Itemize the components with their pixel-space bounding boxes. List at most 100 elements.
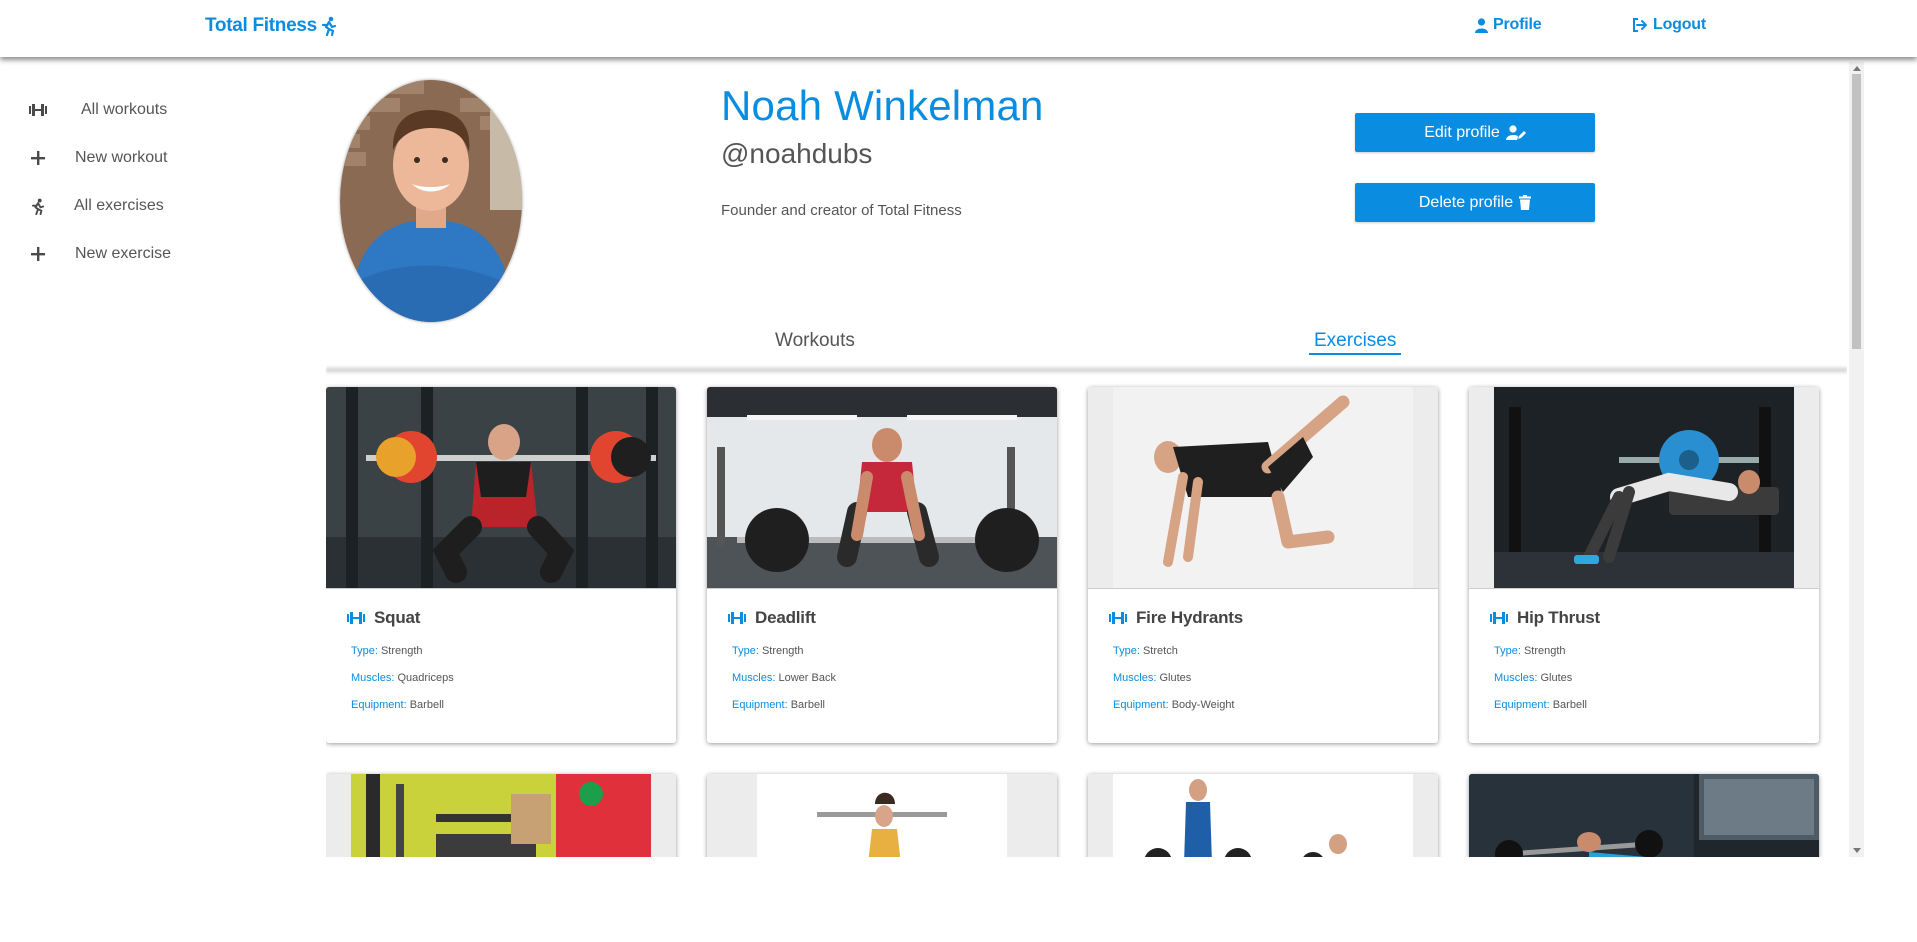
exercise-image <box>707 387 1057 588</box>
exercise-image <box>1469 387 1819 588</box>
exercise-title: Fire Hydrants <box>1108 608 1243 628</box>
equipment-value: Barbell <box>790 699 825 711</box>
equipment-label: Equipment: <box>1113 699 1169 711</box>
edit-profile-label: Edit profile <box>1424 123 1500 141</box>
sign-out-icon <box>1633 18 1647 32</box>
exercise-name: Fire Hydrants <box>1136 608 1243 627</box>
tab-exercises[interactable]: Exercises <box>1309 330 1402 355</box>
nav-profile-link[interactable]: Profile <box>1475 16 1542 34</box>
scrollbar-thumb[interactable] <box>1852 74 1861 349</box>
exercise-muscles: Muscles: Glutes <box>1494 672 1572 684</box>
muscles-value: Quadriceps <box>397 672 454 684</box>
exercise-card[interactable] <box>326 774 676 857</box>
sidebar-item-new-workout[interactable]: New workout <box>28 148 167 168</box>
muscles-label: Muscles: <box>1494 672 1538 684</box>
running-person-icon <box>28 196 48 216</box>
muscles-label: Muscles: <box>1113 672 1157 684</box>
profile-avatar <box>340 80 522 322</box>
exercise-image <box>707 774 1057 857</box>
muscles-value: Lower Back <box>778 672 836 684</box>
card-divider <box>326 588 676 589</box>
muscles-label: Muscles: <box>732 672 776 684</box>
sidebar-item-label: All exercises <box>74 197 164 214</box>
sidebar-item-all-workouts[interactable]: All workouts <box>28 100 167 120</box>
scroll-up-arrow[interactable] <box>1853 66 1861 71</box>
equipment-label: Equipment: <box>1494 699 1550 711</box>
type-label: Type: <box>1494 645 1521 657</box>
equipment-value: Body-Weight <box>1171 699 1235 711</box>
sidebar-item-all-exercises[interactable]: All exercises <box>28 196 164 216</box>
sidebar-item-new-exercise[interactable]: New exercise <box>28 244 171 264</box>
running-person-icon <box>321 16 336 36</box>
sidebar-item-label: All workouts <box>81 101 168 118</box>
dumbbell-icon <box>1490 612 1508 624</box>
profile-main: Noah Winkelman @noahdubs Founder and cre… <box>326 62 1847 857</box>
plus-icon <box>28 244 48 264</box>
nav-logout-label: Logout <box>1653 16 1706 33</box>
dumbbell-icon <box>1109 612 1127 624</box>
type-value: Strength <box>1523 645 1566 657</box>
plus-icon <box>28 148 48 168</box>
nav-profile-label: Profile <box>1493 16 1542 33</box>
exercise-equipment: Equipment: Barbell <box>732 699 825 711</box>
equipment-label: Equipment: <box>351 699 407 711</box>
exercise-image <box>326 387 676 588</box>
tab-workouts[interactable]: Workouts <box>775 330 855 352</box>
card-divider <box>1088 588 1438 589</box>
exercise-muscles: Muscles: Quadriceps <box>351 672 454 684</box>
equipment-value: Barbell <box>409 699 444 711</box>
main-scrollbar[interactable] <box>1849 62 1864 857</box>
exercise-muscles: Muscles: Glutes <box>1113 672 1191 684</box>
scroll-down-arrow[interactable] <box>1853 848 1861 853</box>
exercise-equipment: Equipment: Barbell <box>1494 699 1587 711</box>
brand-logo[interactable]: Total Fitness <box>205 15 337 37</box>
brand-name: Total Fitness <box>205 15 317 36</box>
type-value: Strength <box>761 645 804 657</box>
exercise-card[interactable] <box>1469 774 1819 857</box>
dumbbell-icon <box>347 612 365 624</box>
exercise-card-hip-thrust[interactable]: Hip Thrust Type: Strength Muscles: Glute… <box>1469 387 1819 743</box>
exercise-card[interactable] <box>1088 774 1438 857</box>
exercise-title: Deadlift <box>727 608 816 628</box>
card-divider <box>707 588 1057 589</box>
delete-profile-button[interactable]: Delete profile <box>1355 183 1595 222</box>
profile-name: Noah Winkelman <box>721 82 1044 129</box>
exercise-card-squat[interactable]: Squat Type: Strength Muscles: Quadriceps… <box>326 387 676 743</box>
exercise-image <box>1088 387 1438 588</box>
exercise-name: Hip Thrust <box>1517 608 1600 627</box>
sidebar-item-label: New exercise <box>75 245 172 262</box>
muscles-value: Glutes <box>1159 672 1192 684</box>
type-label: Type: <box>351 645 378 657</box>
profile-handle: @noahdubs <box>721 138 873 169</box>
exercise-equipment: Equipment: Barbell <box>351 699 444 711</box>
exercise-image <box>1469 774 1819 857</box>
exercise-image <box>326 774 676 857</box>
sidebar-item-label: New workout <box>75 149 168 166</box>
exercise-name: Deadlift <box>755 608 816 627</box>
equipment-value: Barbell <box>1552 699 1587 711</box>
muscles-value: Glutes <box>1540 672 1573 684</box>
nav-logout-link[interactable]: Logout <box>1632 16 1706 34</box>
top-navbar: Total Fitness Profile Logout <box>0 0 1917 57</box>
exercise-muscles: Muscles: Lower Back <box>732 672 836 684</box>
exercise-card-fire-hydrants[interactable]: Fire Hydrants Type: Stretch Muscles: Glu… <box>1088 387 1438 743</box>
edit-profile-button[interactable]: Edit profile <box>1355 113 1595 152</box>
type-value: Strength <box>380 645 423 657</box>
exercise-card-deadlift[interactable]: Deadlift Type: Strength Muscles: Lower B… <box>707 387 1057 743</box>
exercise-card[interactable] <box>707 774 1057 857</box>
exercise-title: Squat <box>346 608 420 628</box>
trash-icon <box>1519 195 1532 210</box>
muscles-label: Muscles: <box>351 672 395 684</box>
dumbbell-icon <box>28 100 48 120</box>
equipment-label: Equipment: <box>732 699 788 711</box>
type-value: Stretch <box>1142 645 1178 657</box>
exercise-type: Type: Strength <box>351 645 423 657</box>
user-edit-icon <box>1505 125 1526 140</box>
exercise-image <box>1088 774 1438 857</box>
exercise-type: Type: Strength <box>1494 645 1566 657</box>
exercise-name: Squat <box>374 608 421 627</box>
exercise-type: Type: Stretch <box>1113 645 1178 657</box>
user-icon <box>1475 17 1488 33</box>
dumbbell-icon <box>728 612 746 624</box>
profile-bio: Founder and creator of Total Fitness <box>721 202 962 219</box>
